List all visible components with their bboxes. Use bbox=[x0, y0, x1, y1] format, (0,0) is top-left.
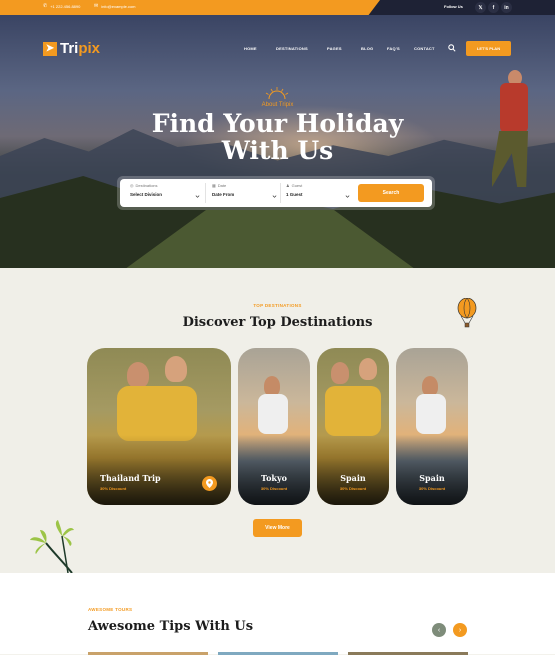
date-select[interactable]: ▦ Date Date From bbox=[212, 183, 277, 203]
logo-mark-icon: ➤ bbox=[43, 41, 57, 56]
search-form: ◎ Destinations Select Division ▦ Date Date… bbox=[117, 176, 435, 210]
chevron-down-icon bbox=[272, 195, 277, 198]
hot-air-balloon-icon bbox=[457, 298, 477, 328]
user-icon: ♟ bbox=[286, 183, 290, 188]
card-discount: 30% Discount bbox=[260, 486, 288, 491]
card-discount: 30% Discount bbox=[100, 486, 127, 491]
prev-arrow-icon[interactable]: ‹ bbox=[432, 623, 446, 637]
chevron-down-icon bbox=[195, 195, 200, 198]
chevron-down-icon bbox=[345, 195, 350, 198]
card-title: Thailand Trip bbox=[100, 473, 161, 483]
next-arrow-icon[interactable]: › bbox=[453, 623, 467, 637]
destination-card-thailand[interactable]: Thailand Trip 30% Discount bbox=[87, 348, 231, 505]
hero-eyebrow: About Tripix bbox=[261, 102, 294, 108]
phone-number: +1 222.456.8890 bbox=[50, 3, 81, 9]
hero-title: Find Your Holiday With Us bbox=[151, 109, 404, 165]
view-more-button[interactable]: View More bbox=[253, 519, 302, 537]
card-title: Spain bbox=[340, 473, 366, 483]
mail-icon: ✉ bbox=[94, 3, 99, 9]
card-discount: 30% Discount bbox=[339, 486, 367, 491]
nav-item-destinations[interactable]: DESTINATIONS bbox=[276, 46, 308, 51]
destination-card-spain-2[interactable]: Spain 30% Discount bbox=[396, 348, 468, 505]
destination-card-spain[interactable]: Spain 30% Discount bbox=[317, 348, 389, 505]
tips-section: AWESOME TOURS Awesome Tips With Us ‹ › bbox=[0, 573, 555, 655]
phone-icon: ✆ bbox=[43, 3, 48, 9]
tips-eyebrow: AWESOME TOURS bbox=[88, 607, 133, 612]
search-icon[interactable] bbox=[448, 44, 456, 52]
traveler-photo bbox=[127, 362, 149, 388]
nav-item-blog[interactable]: BLOG bbox=[361, 46, 373, 51]
traveler-photo bbox=[422, 376, 438, 396]
palm-tree-icon bbox=[30, 520, 74, 573]
nav-item-faqs[interactable]: FAQ'S bbox=[387, 46, 400, 51]
hero-section: ➤ Tripix HOME DESTINATIONS PAGES BLOG FA… bbox=[0, 15, 555, 268]
card-title: Spain bbox=[419, 473, 445, 483]
email-address: info@example.com bbox=[101, 3, 136, 9]
card-title: Tokyo bbox=[261, 473, 287, 483]
search-button[interactable]: Search bbox=[358, 184, 424, 202]
nav-item-contact[interactable]: CONTACT bbox=[414, 46, 435, 51]
location-pin-icon[interactable] bbox=[202, 476, 217, 491]
tips-title: Awesome Tips With Us bbox=[88, 619, 254, 634]
logo-text: Tripix bbox=[60, 40, 101, 57]
calendar-icon: ▦ bbox=[212, 183, 216, 188]
destination-select[interactable]: ◎ Destinations Select Division bbox=[130, 183, 200, 203]
traveler-photo bbox=[264, 376, 280, 396]
main-nav: ➤ Tripix HOME DESTINATIONS PAGES BLOG FA… bbox=[0, 33, 555, 63]
follow-label: Follow Us bbox=[444, 4, 463, 9]
email-contact[interactable]: ✉ info@example.com bbox=[94, 3, 136, 9]
destination-card-tokyo[interactable]: Tokyo 30% Discount bbox=[238, 348, 310, 505]
card-discount: 30% Discount bbox=[418, 486, 446, 491]
destinations-section: TOP DESTINATIONS Discover Top Destinatio… bbox=[0, 268, 555, 573]
traveler-photo bbox=[331, 362, 349, 384]
linkedin-icon[interactable]: in bbox=[501, 2, 512, 13]
nav-item-home[interactable]: HOME bbox=[244, 46, 257, 51]
facebook-icon[interactable]: f bbox=[488, 2, 499, 13]
top-bar: ✆ +1 222.456.8890 ✉ info@example.com Fol… bbox=[0, 0, 555, 15]
guest-select[interactable]: ♟ Guest 1 Guest bbox=[286, 183, 350, 203]
location-icon: ◎ bbox=[130, 183, 134, 188]
logo[interactable]: ➤ Tripix bbox=[43, 40, 100, 57]
nav-item-pages[interactable]: PAGES bbox=[327, 46, 342, 51]
phone-contact[interactable]: ✆ +1 222.456.8890 bbox=[43, 3, 80, 9]
lets-plan-button[interactable]: LET'S PLAN bbox=[466, 41, 511, 56]
sunrise-icon bbox=[265, 87, 289, 100]
x-icon[interactable]: 𝕏 bbox=[475, 2, 486, 13]
